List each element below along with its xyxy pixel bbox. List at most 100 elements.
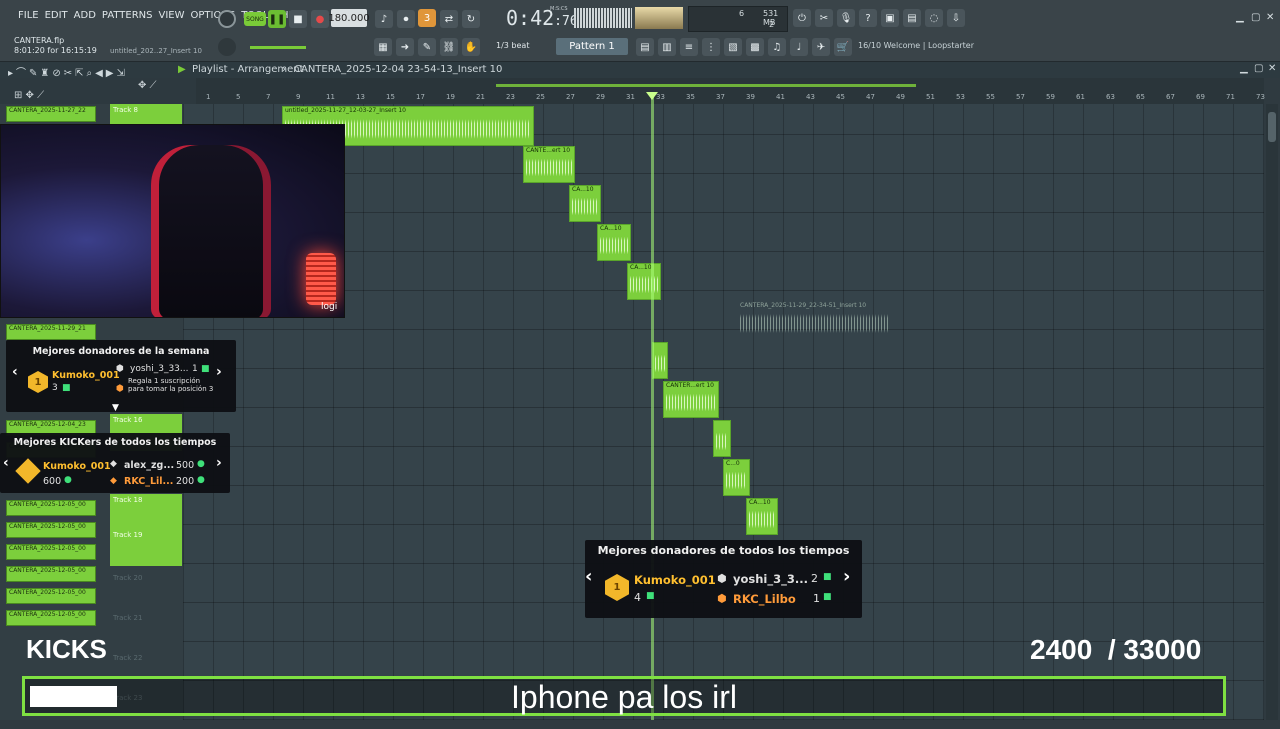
master-pitch-knob[interactable] xyxy=(218,38,236,56)
cut-icon[interactable]: ✂ xyxy=(815,9,833,27)
track-clip-label[interactable]: CANTERA_2025-11-29_21 xyxy=(6,324,96,340)
channel-rack-icon[interactable]: ▤ xyxy=(636,38,654,56)
playlist-minimize-icon[interactable]: ▁ xyxy=(1240,63,1248,74)
ruler-tick: 47 xyxy=(866,93,875,101)
save-icon[interactable]: ▣ xyxy=(881,9,899,27)
ruler-tick: 45 xyxy=(836,93,845,101)
playhead[interactable] xyxy=(651,96,654,720)
ruler-tick: 17 xyxy=(416,93,425,101)
audio-waveform xyxy=(726,468,747,493)
vertical-scrollbar[interactable] xyxy=(1266,104,1278,720)
export-icon[interactable]: ▤ xyxy=(903,9,921,27)
touch-keyboard-icon[interactable]: ♫ xyxy=(768,38,786,56)
link-icon[interactable]: ⛓ xyxy=(440,38,458,56)
track-header[interactable]: Track 18 xyxy=(110,494,182,531)
minimize-icon[interactable]: ▁ xyxy=(1236,12,1244,23)
track-header[interactable]: Track 19 xyxy=(110,529,182,566)
kickers-prev-icon[interactable]: ‹ xyxy=(3,455,9,471)
audio-clip[interactable]: C...0 xyxy=(723,459,750,496)
track-header[interactable]: Track 21 xyxy=(110,612,182,649)
audio-clip[interactable] xyxy=(652,342,668,379)
kick-coin-icon: ● xyxy=(64,475,72,485)
metronome-icon[interactable]: ♪ xyxy=(375,10,393,28)
scrollbar-thumb[interactable] xyxy=(1268,112,1276,142)
track-clip-label[interactable]: CANTERA_2025-12-05_00 xyxy=(6,544,96,560)
cpu-icon[interactable]: ⏻ xyxy=(793,9,811,27)
goal-target: 33000 xyxy=(1123,634,1202,665)
tempo-display[interactable]: 180.000 xyxy=(328,9,370,27)
track-clip-label[interactable]: CANTERA_2025-11-27_22 xyxy=(6,106,96,122)
download-icon[interactable]: ⇩ xyxy=(947,9,965,27)
pause-button[interactable]: ❚❚ xyxy=(268,10,286,28)
master-volume-slider[interactable] xyxy=(250,46,306,49)
ruler-tick: 69 xyxy=(1196,93,1205,101)
menu-item-patterns[interactable]: PATTERNS xyxy=(102,10,153,21)
browser-icon[interactable]: ≡ xyxy=(680,38,698,56)
menu-item-add[interactable]: ADD xyxy=(74,10,96,21)
track-clip-label[interactable]: CANTERA_2025-12-05_00 xyxy=(6,522,96,538)
playlist-overview[interactable] xyxy=(196,78,1264,92)
weekly-prev-icon[interactable]: ‹ xyxy=(12,364,18,380)
track-clip-label[interactable]: CANTERA_2025-12-05_00 xyxy=(6,610,96,626)
kickers-next-icon[interactable]: › xyxy=(216,455,222,471)
countdown-icon[interactable]: 3 xyxy=(418,9,436,27)
track-clip-label[interactable]: CANTERA_2025-12-05_00 xyxy=(6,500,96,516)
help-icon[interactable]: ? xyxy=(859,9,877,27)
audio-clip[interactable]: CA...10 xyxy=(569,185,601,222)
shop-icon[interactable]: 🛒 xyxy=(834,38,852,56)
wait-input-icon[interactable]: ⏺ xyxy=(397,10,415,28)
tuner-icon[interactable]: ♩ xyxy=(790,38,808,56)
pattern-selector[interactable]: Pattern 1 xyxy=(556,38,628,55)
wave-candy-icon[interactable]: ✈ xyxy=(812,38,830,56)
playlist-tools-icon[interactable]: ▸⌒✎♜⊘✂⇱⌕◀▶⇲ xyxy=(8,64,128,79)
blend-notes-icon[interactable]: ⇄ xyxy=(440,10,458,28)
menu-item-file[interactable]: FILE xyxy=(18,10,39,21)
audio-clip[interactable]: CA...10 xyxy=(627,263,661,300)
ruler-tick: 57 xyxy=(1016,93,1025,101)
snap-selector[interactable]: 1/3 beat xyxy=(496,41,529,50)
chat-icon[interactable]: ◌ xyxy=(925,9,943,27)
plugin-picker-icon[interactable]: ▧ xyxy=(724,38,742,56)
audio-clip[interactable] xyxy=(713,420,731,457)
ruler-tick: 61 xyxy=(1076,93,1085,101)
mic-icon[interactable]: 🎙 xyxy=(837,9,855,27)
playlist-maximize-icon[interactable]: ▢ xyxy=(1254,63,1263,74)
menu-item-edit[interactable]: EDIT xyxy=(45,10,68,21)
alltime-first-amount: 4 xyxy=(634,591,641,604)
stem-separator-icon[interactable]: ▩ xyxy=(746,38,764,56)
audio-clip[interactable]: CANTER...ert 10 xyxy=(663,381,719,418)
maximize-icon[interactable]: ▢ xyxy=(1251,12,1260,23)
track-clip-label[interactable]: CANTERA_2025-12-05_00 xyxy=(6,588,96,604)
record-button[interactable]: ● xyxy=(311,10,329,28)
main-volume-knob[interactable] xyxy=(218,10,236,28)
zoom-icon[interactable]: ✥ ⟋ xyxy=(138,80,157,91)
audio-clip[interactable]: CA...10 xyxy=(597,224,631,261)
audio-clip[interactable]: CA...10 xyxy=(746,498,778,535)
menu-item-view[interactable]: VIEW xyxy=(159,10,185,21)
stop-button[interactable]: ■ xyxy=(289,10,307,28)
loop-record-icon[interactable]: ↻ xyxy=(462,10,480,28)
track-header[interactable]: Track 20 xyxy=(110,572,182,609)
playlist-icon[interactable]: ▦ xyxy=(374,38,392,56)
time-ruler[interactable]: 1 5 7 9 11 13 15 17 19 21 23 25 27 29 31 33 35 37 39 41 43 45… xyxy=(196,92,1265,104)
track-clip-label[interactable]: CANTERA_2025-12-05_00 xyxy=(6,566,96,582)
alltime-next-icon[interactable]: › xyxy=(843,566,850,587)
silver-diamond-icon: ◆ xyxy=(110,459,117,469)
news-ticker[interactable]: 16/10 Welcome | Loopstarter xyxy=(858,41,974,50)
audio-clip[interactable]: CANTERA_2025-11-29_22-34-51_Insert 10 xyxy=(738,302,890,339)
audio-clip[interactable]: CANTE...ert 10 xyxy=(523,146,575,183)
filter-icon[interactable]: ▼ xyxy=(112,403,119,413)
mixer-icon[interactable]: ⋮ xyxy=(702,38,720,56)
pencil-tool-icon[interactable]: ✎ xyxy=(418,38,436,56)
playlist-close-icon[interactable]: ✕ xyxy=(1268,63,1276,74)
pan-tool-icon[interactable]: ✋ xyxy=(462,38,480,56)
close-icon[interactable]: ✕ xyxy=(1266,12,1274,23)
song-mode-toggle[interactable]: SONG xyxy=(244,12,266,26)
alltime-prev-icon[interactable]: ‹ xyxy=(585,566,592,587)
track-tool-icon[interactable]: ⊞ ✥ ⟋ xyxy=(14,90,44,101)
playhead-marker[interactable] xyxy=(646,92,658,100)
piano-roll-icon[interactable]: ▥ xyxy=(658,38,676,56)
playlist-grid[interactable] xyxy=(183,104,1264,720)
arrow-tool-icon[interactable]: ➜ xyxy=(396,38,414,56)
news-text: Welcome | Loopstarter xyxy=(883,41,975,50)
